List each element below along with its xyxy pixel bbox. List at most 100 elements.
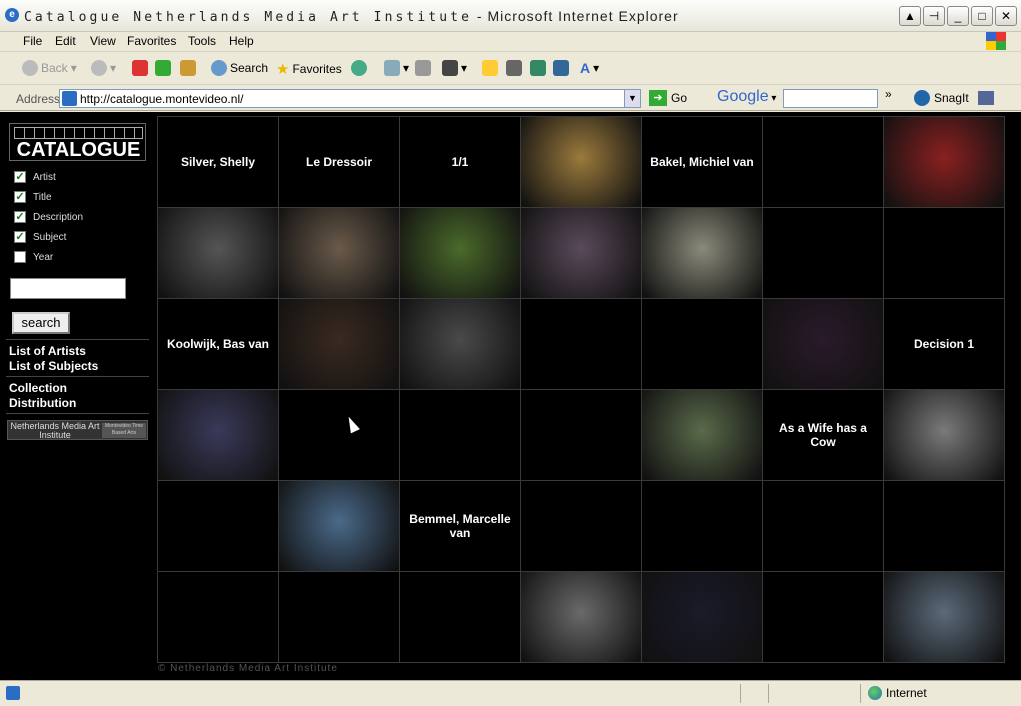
grid-title-link[interactable]: Decision 1: [884, 299, 1004, 389]
maximize-button[interactable]: □: [971, 6, 993, 26]
empty-cell: [400, 572, 520, 662]
search-button[interactable]: search: [12, 312, 70, 334]
tool-button[interactable]: [553, 60, 569, 76]
forward-button[interactable]: ▾: [91, 60, 116, 76]
messenger-icon: [506, 60, 522, 76]
thumbnail-image[interactable]: [158, 208, 278, 298]
grid-title-link[interactable]: As a Wife has a Cow: [763, 390, 883, 480]
thumbnail-image[interactable]: [521, 117, 641, 207]
back-button[interactable]: Back ▾: [22, 60, 77, 76]
discuss-button[interactable]: [482, 60, 498, 76]
divider: [6, 413, 149, 414]
empty-cell: [158, 572, 278, 662]
thumbnail-image[interactable]: [642, 572, 762, 662]
divider: [6, 376, 149, 377]
star-icon: ★: [276, 61, 290, 78]
logo-grid: [14, 127, 143, 139]
menu-favorites[interactable]: Favorites: [127, 34, 176, 48]
thumbnail-image[interactable]: [400, 299, 520, 389]
search-input[interactable]: [10, 278, 126, 299]
forward-arrow-icon: [91, 60, 107, 76]
thumbnail-image[interactable]: [884, 572, 1004, 662]
empty-cell: [884, 481, 1004, 571]
window-title: Catalogue Netherlands Media Art Institut…: [24, 8, 679, 25]
partner-logos[interactable]: Netherlands Media Art Institute Montevid…: [7, 420, 148, 440]
refresh-button[interactable]: [155, 60, 171, 76]
mail-icon: [384, 60, 400, 76]
snagit-icon: [914, 90, 930, 106]
distribution-link[interactable]: Distribution: [9, 396, 76, 410]
thumbnail-image[interactable]: [884, 117, 1004, 207]
google-search-input[interactable]: [783, 89, 878, 108]
list-of-artists-link[interactable]: List of Artists: [9, 344, 86, 358]
menu-view[interactable]: View: [90, 34, 116, 48]
window-icon: [553, 60, 569, 76]
title-checkbox-label: Title: [33, 192, 52, 203]
stop-button[interactable]: [132, 60, 148, 76]
subject-checkbox-label: Subject: [33, 232, 67, 243]
thumbnail-image[interactable]: [158, 390, 278, 480]
research-button[interactable]: [530, 60, 546, 76]
thumbnail-image[interactable]: [642, 390, 762, 480]
back-arrow-icon: [22, 60, 38, 76]
snagit-button[interactable]: SnagIt: [914, 90, 969, 106]
empty-cell: [521, 390, 641, 480]
google-toolbar-button[interactable]: Google ▾: [717, 88, 776, 106]
pin-icon[interactable]: ⊣: [923, 6, 945, 26]
thumbnail-image[interactable]: [642, 208, 762, 298]
menu-file[interactable]: File: [23, 34, 42, 48]
grid-title-link[interactable]: Koolwijk, Bas van: [158, 299, 278, 389]
empty-cell: [400, 390, 520, 480]
artist-checkbox[interactable]: ✓: [14, 171, 26, 183]
address-url: http://catalogue.montevideo.nl/: [80, 91, 244, 106]
menu-help[interactable]: Help: [229, 34, 254, 48]
go-label: Go: [671, 91, 688, 105]
thumbnail-image[interactable]: [279, 299, 399, 389]
description-checkbox[interactable]: ✓: [14, 211, 26, 223]
windows-logo-icon: [986, 32, 1006, 50]
thumbnail-image[interactable]: [279, 208, 399, 298]
address-dropdown-icon[interactable]: ▼: [624, 90, 640, 107]
subject-checkbox[interactable]: ✓: [14, 231, 26, 243]
collection-link[interactable]: Collection: [9, 381, 67, 395]
thumbnail-image[interactable]: [279, 481, 399, 571]
empty-cell: [279, 572, 399, 662]
thumbnail-image[interactable]: [400, 208, 520, 298]
capture-icon[interactable]: [978, 91, 994, 105]
edit-button[interactable]: ▾: [442, 60, 467, 76]
list-of-subjects-link[interactable]: List of Subjects: [9, 359, 98, 373]
favorites-button[interactable]: ★ Favorites: [276, 60, 342, 78]
scroll-up-icon[interactable]: ▲: [899, 6, 921, 26]
globe-icon: [868, 686, 882, 700]
word-icon: [442, 60, 458, 76]
mail-button[interactable]: ▾: [384, 60, 409, 76]
grid-title-link[interactable]: Bemmel, Marcelle van: [400, 481, 520, 571]
grid-title-link[interactable]: 1/1: [400, 117, 520, 207]
print-button[interactable]: [415, 60, 431, 76]
thumbnail-image[interactable]: [884, 390, 1004, 480]
home-button[interactable]: [180, 60, 196, 76]
menu-edit[interactable]: Edit: [55, 34, 76, 48]
go-button[interactable]: ➔ Go: [649, 90, 687, 106]
printer-icon: [415, 60, 431, 76]
history-button[interactable]: [351, 60, 367, 76]
thumbnail-image[interactable]: [763, 299, 883, 389]
year-checkbox[interactable]: [14, 251, 26, 263]
home-icon: [180, 60, 196, 76]
close-button[interactable]: ✕: [995, 6, 1017, 26]
grid-title-link[interactable]: Silver, Shelly: [158, 117, 278, 207]
chevron-more-icon[interactable]: »: [885, 87, 892, 101]
catalogue-logo: CATALOGUE: [9, 123, 146, 161]
security-zone: Internet: [868, 686, 927, 700]
menu-tools[interactable]: Tools: [188, 34, 216, 48]
search-toolbar-button[interactable]: Search: [211, 60, 268, 76]
messenger-button[interactable]: [506, 60, 522, 76]
grid-title-link[interactable]: Bakel, Michiel van: [642, 117, 762, 207]
thumbnail-image[interactable]: [521, 572, 641, 662]
grid-title-link[interactable]: Le Dressoir: [279, 117, 399, 207]
minimize-button[interactable]: _: [947, 6, 969, 26]
thumbnail-image[interactable]: [521, 208, 641, 298]
title-checkbox[interactable]: ✓: [14, 191, 26, 203]
address-input[interactable]: http://catalogue.montevideo.nl/ ▼: [59, 89, 641, 108]
font-button[interactable]: A ▾: [580, 60, 599, 76]
